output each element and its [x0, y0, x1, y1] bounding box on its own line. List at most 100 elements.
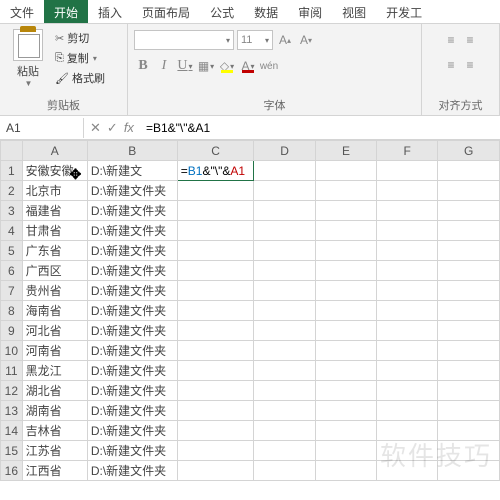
- col-header[interactable]: B: [87, 141, 177, 161]
- cell[interactable]: 甘肃省: [22, 221, 87, 241]
- cell[interactable]: [377, 161, 438, 181]
- cell[interactable]: [254, 221, 315, 241]
- cell[interactable]: D:\新建文件夹: [87, 441, 177, 461]
- row-header[interactable]: 4: [1, 221, 23, 241]
- cell[interactable]: [315, 361, 376, 381]
- cell[interactable]: [315, 341, 376, 361]
- cell[interactable]: [315, 241, 376, 261]
- cell[interactable]: [438, 361, 500, 381]
- cell[interactable]: [254, 421, 315, 441]
- col-header[interactable]: F: [377, 141, 438, 161]
- cell[interactable]: D:\新建文件夹: [87, 281, 177, 301]
- row-header[interactable]: 15: [1, 441, 23, 461]
- increase-font-button[interactable]: A▴: [276, 31, 294, 49]
- cell[interactable]: D:\新建文件夹: [87, 221, 177, 241]
- cell[interactable]: [438, 401, 500, 421]
- row-header[interactable]: 1: [1, 161, 23, 181]
- cell[interactable]: [438, 181, 500, 201]
- cell[interactable]: [377, 401, 438, 421]
- cell[interactable]: [315, 221, 376, 241]
- cell[interactable]: 河南省: [22, 341, 87, 361]
- cell[interactable]: D:\新建文件夹: [87, 241, 177, 261]
- cell[interactable]: [377, 321, 438, 341]
- col-header[interactable]: E: [315, 141, 376, 161]
- cell[interactable]: [254, 161, 315, 181]
- cell[interactable]: [254, 321, 315, 341]
- cell[interactable]: D:\新建文件夹: [87, 341, 177, 361]
- cell[interactable]: 江西省: [22, 461, 87, 481]
- cell[interactable]: [177, 421, 254, 441]
- cell[interactable]: [177, 381, 254, 401]
- row-header[interactable]: 10: [1, 341, 23, 361]
- cell[interactable]: [177, 201, 254, 221]
- cell[interactable]: [377, 201, 438, 221]
- row-header[interactable]: 16: [1, 461, 23, 481]
- col-header[interactable]: A: [22, 141, 87, 161]
- cell[interactable]: [177, 301, 254, 321]
- cell[interactable]: [254, 181, 315, 201]
- cell[interactable]: [438, 161, 500, 181]
- row-header[interactable]: 13: [1, 401, 23, 421]
- cell[interactable]: [438, 221, 500, 241]
- cell[interactable]: [315, 281, 376, 301]
- bold-button[interactable]: B: [134, 57, 152, 75]
- row-header[interactable]: 5: [1, 241, 23, 261]
- cell[interactable]: [177, 241, 254, 261]
- tab-formula[interactable]: 公式: [200, 0, 244, 23]
- cell[interactable]: D:\新建文件夹: [87, 401, 177, 421]
- font-name-select[interactable]: ▾: [134, 30, 234, 50]
- col-header[interactable]: D: [254, 141, 315, 161]
- cell[interactable]: [177, 401, 254, 421]
- cell[interactable]: [254, 301, 315, 321]
- cell[interactable]: [254, 281, 315, 301]
- cell[interactable]: 湖北省: [22, 381, 87, 401]
- cell[interactable]: D:\新建文件夹: [87, 361, 177, 381]
- font-color-button[interactable]: A▾: [239, 57, 257, 75]
- cell[interactable]: [315, 381, 376, 401]
- grid[interactable]: A B C D E F G 1安徽安徽✥D:\新建文=B1&"\"&A12北京市…: [0, 140, 500, 481]
- tab-file[interactable]: 文件: [0, 0, 44, 23]
- col-header[interactable]: C: [177, 141, 254, 161]
- cell[interactable]: [315, 181, 376, 201]
- cell[interactable]: [315, 401, 376, 421]
- cell[interactable]: [254, 461, 315, 481]
- cell[interactable]: [177, 181, 254, 201]
- cell[interactable]: 安徽安徽✥: [22, 161, 87, 181]
- cell[interactable]: [177, 361, 254, 381]
- cell[interactable]: [315, 301, 376, 321]
- cell[interactable]: D:\新建文件夹: [87, 301, 177, 321]
- fill-color-button[interactable]: ◇▾: [218, 57, 236, 75]
- cell[interactable]: 湖南省: [22, 401, 87, 421]
- cell[interactable]: [438, 461, 500, 481]
- select-all-corner[interactable]: [1, 141, 23, 161]
- tab-dev[interactable]: 开发工: [376, 0, 432, 23]
- cell[interactable]: D:\新建文件夹: [87, 321, 177, 341]
- cell[interactable]: 广西区: [22, 261, 87, 281]
- cell[interactable]: [438, 281, 500, 301]
- tab-layout[interactable]: 页面布局: [132, 0, 200, 23]
- cell[interactable]: [315, 261, 376, 281]
- italic-button[interactable]: I: [155, 57, 173, 75]
- cell[interactable]: 江苏省: [22, 441, 87, 461]
- fx-icon[interactable]: fx: [124, 120, 134, 135]
- cell[interactable]: [315, 161, 376, 181]
- cell[interactable]: 海南省: [22, 301, 87, 321]
- cell[interactable]: D:\新建文件夹: [87, 381, 177, 401]
- cell[interactable]: [177, 441, 254, 461]
- cell[interactable]: 黑龙江: [22, 361, 87, 381]
- decrease-font-button[interactable]: A▾: [297, 31, 315, 49]
- cell[interactable]: [438, 441, 500, 461]
- cell[interactable]: 吉林省: [22, 421, 87, 441]
- cell[interactable]: [438, 341, 500, 361]
- align-left-button[interactable]: ≡: [442, 56, 460, 74]
- cell[interactable]: D:\新建文: [87, 161, 177, 181]
- cell[interactable]: [438, 301, 500, 321]
- name-box[interactable]: A1: [0, 118, 84, 138]
- cell[interactable]: D:\新建文件夹: [87, 421, 177, 441]
- row-header[interactable]: 7: [1, 281, 23, 301]
- format-painter-button[interactable]: 🖌格式刷: [53, 69, 107, 87]
- cell[interactable]: [438, 241, 500, 261]
- cell[interactable]: [377, 341, 438, 361]
- row-header[interactable]: 14: [1, 421, 23, 441]
- cell[interactable]: [377, 261, 438, 281]
